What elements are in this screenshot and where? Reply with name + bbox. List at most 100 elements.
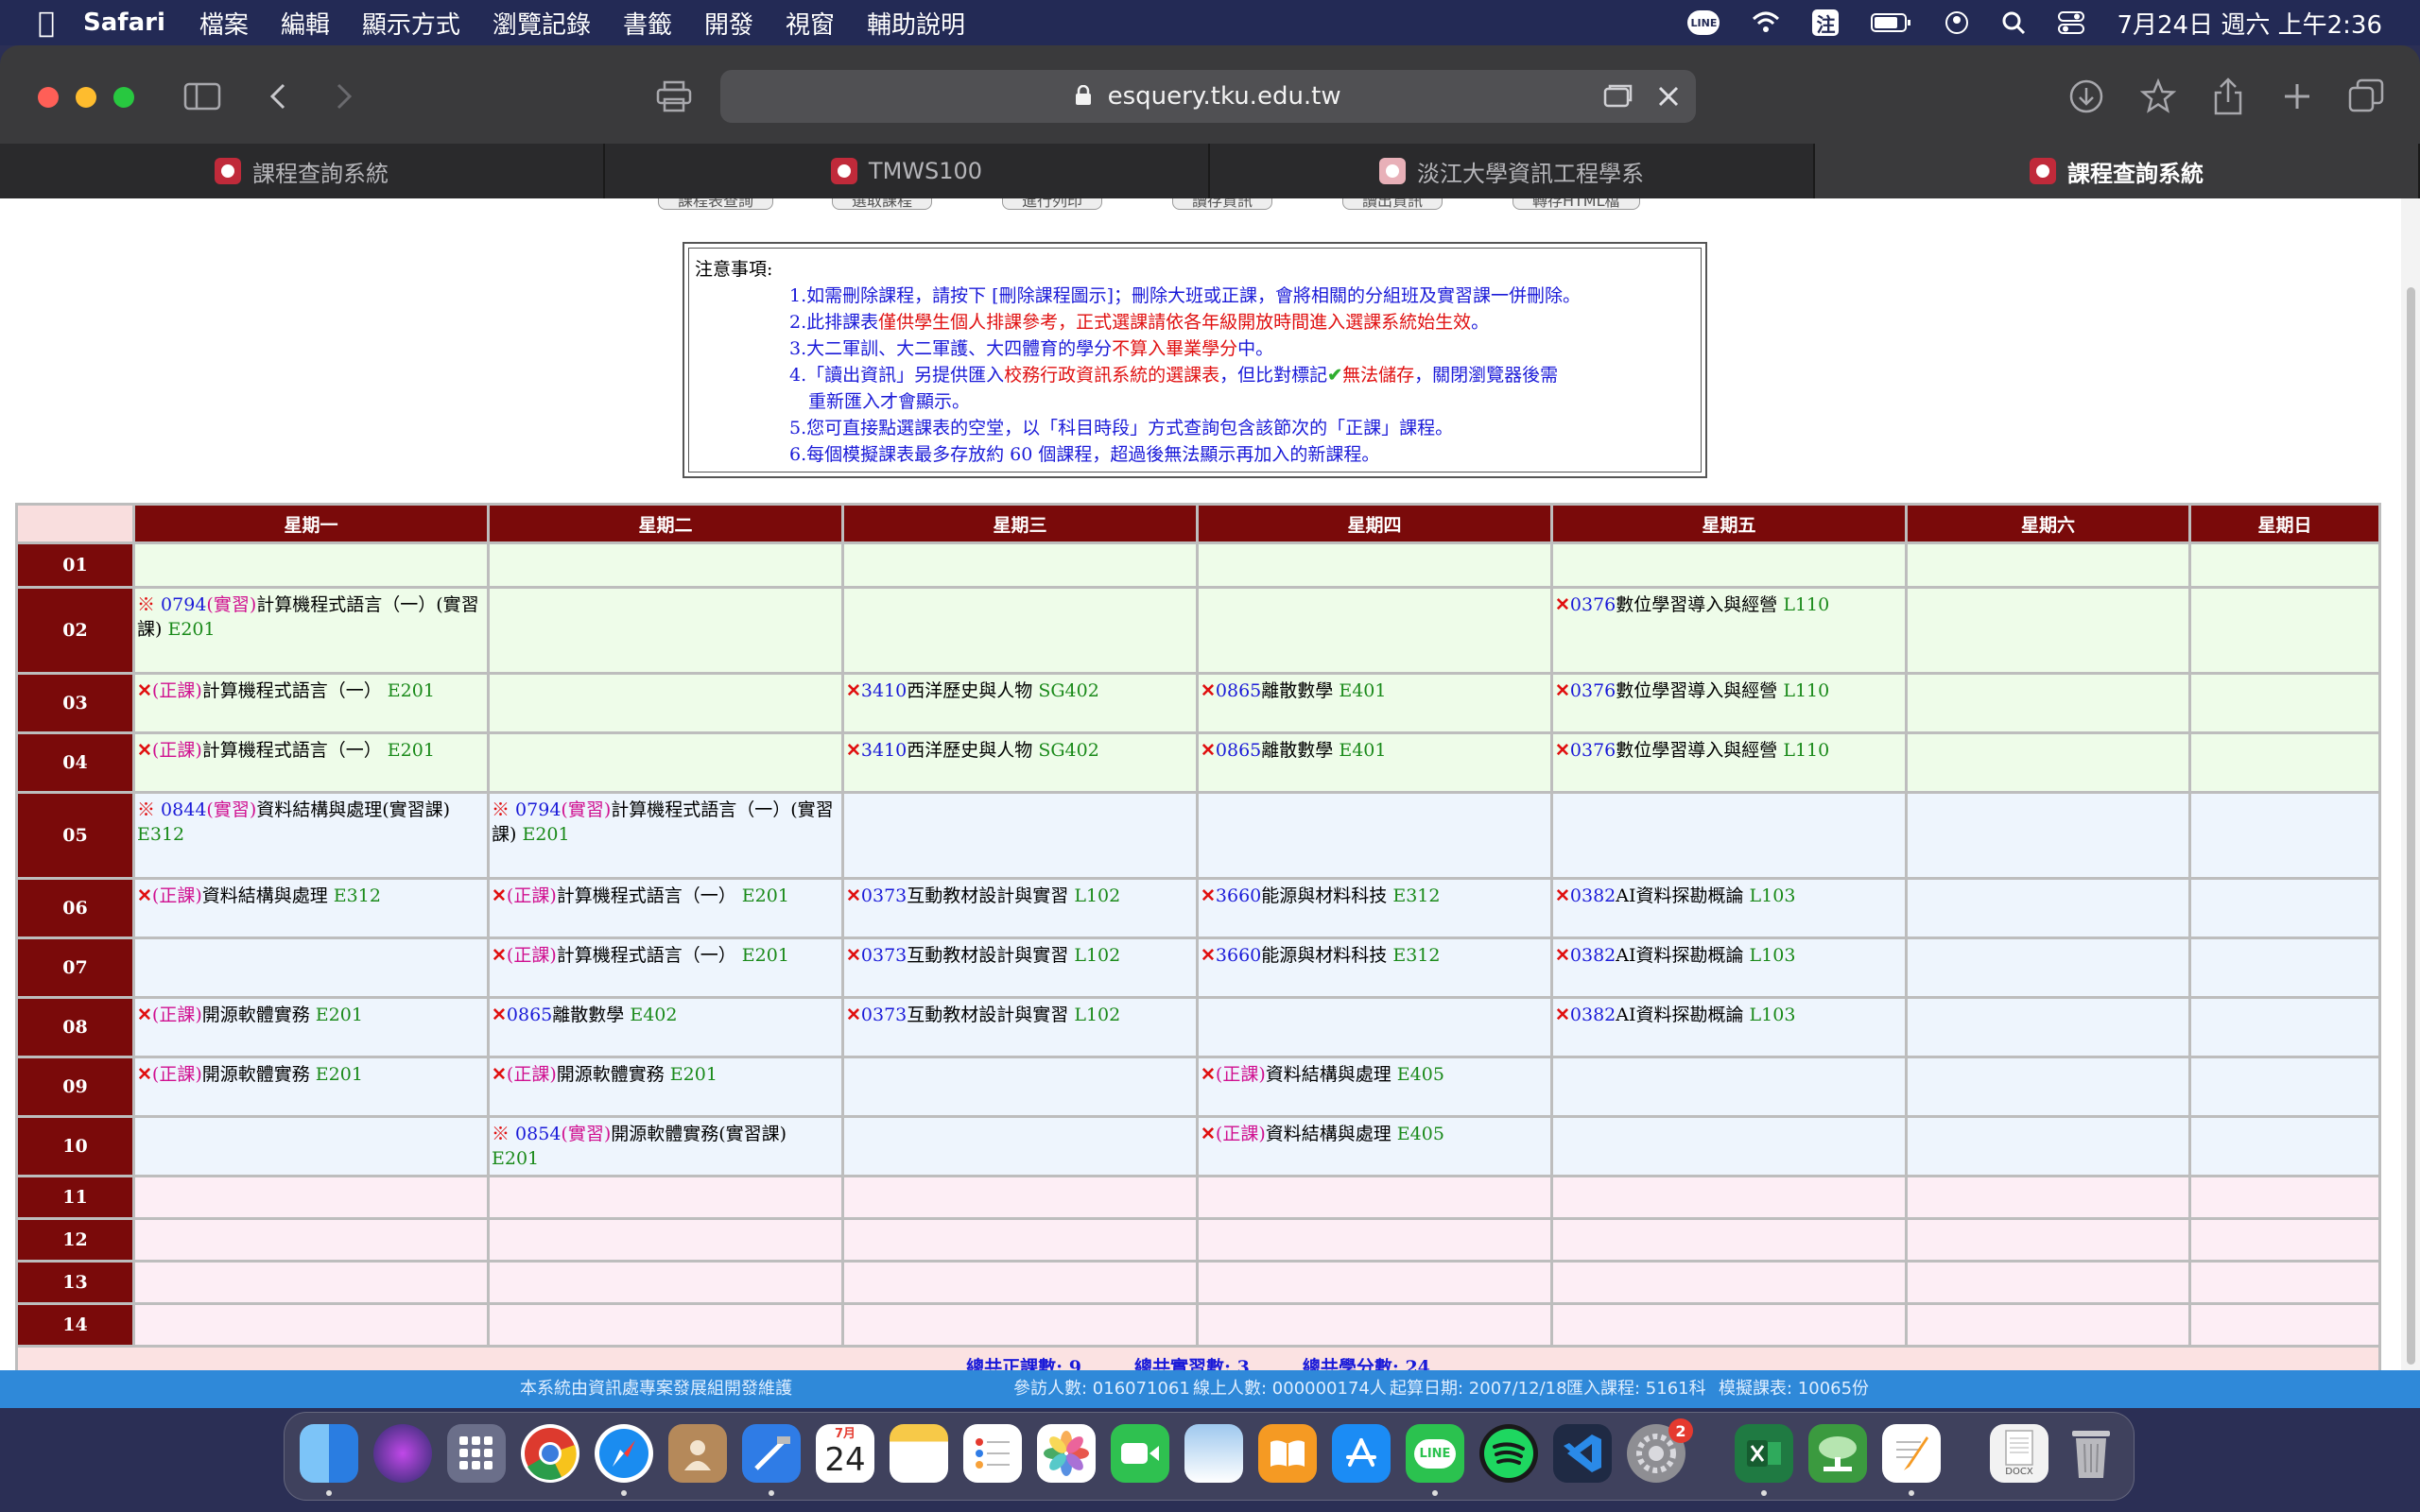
timetable-cell[interactable] [1905,586,2191,675]
course-entry[interactable]: ✕(正課)資料結構與處理 E405 [1201,1062,1548,1087]
course-code[interactable]: 0382 [1570,1005,1616,1025]
timetable-cell[interactable] [2188,1217,2381,1263]
books-icon[interactable] [1258,1424,1317,1483]
timetable-cell[interactable]: ✕(正課)開源軟體實務 E201 [132,996,490,1058]
contacts-icon[interactable] [668,1424,727,1483]
line-app-icon[interactable]: LINE [1406,1424,1464,1483]
timetable-cell[interactable]: ✕(正課)開源軟體實務 E201 [132,1056,490,1118]
timetable-cell[interactable] [2188,996,2381,1058]
menu-app-name[interactable]: Safari [83,9,165,37]
vscode-icon[interactable] [1553,1424,1612,1483]
course-entry[interactable]: ✕0373互動教材設計與實習 L102 [846,943,1194,968]
print-icon[interactable] [656,76,692,117]
facetime-icon[interactable] [1111,1424,1169,1483]
menu-item-8[interactable]: 輔助說明 [867,11,965,40]
timetable-cell[interactable]: ✕3660能源與材料科技 E312 [1196,877,1553,939]
excel-icon[interactable] [1735,1424,1793,1483]
delete-course-icon[interactable]: ✕ [137,885,152,906]
course-code[interactable]: 0373 [861,885,907,906]
top-nav-button[interactable]: 讀存資訊 [1172,198,1273,210]
timetable-cell[interactable] [487,731,844,794]
siri-icon[interactable] [373,1424,432,1483]
wifi-icon[interactable] [1752,11,1780,34]
bookmark-star-icon[interactable] [2140,76,2176,117]
course-entry[interactable]: ✕0865離散數學 E401 [1201,679,1548,703]
control-center-icon[interactable] [2058,10,2085,35]
timetable-cell[interactable] [487,672,844,734]
timetable-cell[interactable]: ※ 0854(實習)開源軟體實務(實習課) E201 [487,1115,844,1177]
course-entry[interactable]: ✕0382AI資料探勘概論 L103 [1555,884,1903,908]
menu-item-3[interactable]: 顯示方式 [362,11,460,40]
browser-tab-3[interactable]: 淡江大學資訊工程學系 [1210,144,1815,198]
delete-course-icon[interactable]: ✕ [1201,885,1216,906]
reader-tabs-icon[interactable] [1603,83,1634,113]
timetable-cell[interactable] [1550,1175,1908,1220]
course-entry[interactable]: ✕(正課)開源軟體實務 E201 [137,1062,485,1087]
downloads-icon[interactable] [2068,76,2104,117]
course-entry[interactable]: ※ 0844(實習)資料結構與處理(實習課) E312 [137,798,485,847]
timetable-cell[interactable] [1550,1302,1908,1348]
timetable-cell[interactable] [1196,586,1553,675]
close-window-button[interactable] [38,87,59,108]
timetable-cell[interactable]: ✕0376數位學習導入與經營 L110 [1550,672,1908,734]
timetable-cell[interactable]: ✕0376數位學習導入與經營 L110 [1550,731,1908,794]
xcode-icon[interactable] [742,1424,801,1483]
course-entry[interactable]: ✕0376數位學習導入與經營 L110 [1555,593,1903,617]
course-entry[interactable]: ※ 0794(實習)計算機程式語言（一）(實習課) E201 [137,593,485,642]
timetable-cell[interactable] [1905,936,2191,999]
timetable-cell[interactable] [487,1175,844,1220]
timetable-cell[interactable]: ✕(正課)資料結構與處理 E312 [132,877,490,939]
timetable-cell[interactable] [1550,1260,1908,1305]
delete-course-icon[interactable]: ✕ [1555,1005,1570,1025]
timetable-cell[interactable] [1550,1217,1908,1263]
minimize-window-button[interactable] [76,87,96,108]
timetable-cell[interactable] [132,1260,490,1305]
course-entry[interactable]: ✕(正課)開源軟體實務 E201 [137,1003,485,1027]
timetable-cell[interactable] [2188,731,2381,794]
launchpad-icon[interactable] [447,1424,506,1483]
reminders-icon[interactable] [963,1424,1022,1483]
timetable-cell[interactable]: ※ 0844(實習)資料結構與處理(實習課) E312 [132,791,490,880]
course-code[interactable]: 0865 [1216,740,1261,761]
delete-course-icon[interactable]: ✕ [846,885,861,906]
course-code[interactable]: 0865 [1216,680,1261,701]
timetable-cell[interactable] [841,1217,1199,1263]
preview-icon[interactable] [1184,1424,1243,1483]
scrollbar-thumb[interactable] [2407,287,2415,1365]
delete-course-icon[interactable]: ✕ [1555,680,1570,701]
forward-button[interactable] [333,76,355,117]
course-entry[interactable]: ※ 0794(實習)計算機程式語言（一）(實習課) E201 [492,798,839,847]
menu-item-7[interactable]: 視窗 [786,11,835,40]
timetable-cell[interactable] [1905,1217,2191,1263]
delete-course-icon[interactable]: ✕ [492,1005,507,1025]
timetable-cell[interactable]: ✕(正課)資料結構與處理 E405 [1196,1115,1553,1177]
stop-loading-icon[interactable] [1656,83,1681,113]
timetable-cell[interactable] [1905,1260,2191,1305]
timetable-cell[interactable] [2188,936,2381,999]
course-entry[interactable]: ✕0373互動教材設計與實習 L102 [846,1003,1194,1027]
menu-item-4[interactable]: 瀏覽記錄 [493,11,591,40]
delete-course-icon[interactable]: ✕ [492,1064,507,1085]
timetable-cell[interactable]: ✕3410西洋歷史與人物 SG402 [841,672,1199,734]
course-entry[interactable]: ✕3410西洋歷史與人物 SG402 [846,738,1194,763]
notes-icon[interactable] [890,1424,948,1483]
course-code[interactable]: 0382 [1570,945,1616,966]
course-code[interactable]: 0794 [510,799,561,820]
timetable-cell[interactable] [1905,731,2191,794]
timetable-cell[interactable]: ✕0373互動教材設計與實習 L102 [841,877,1199,939]
spotify-icon[interactable] [1479,1424,1538,1483]
chrome-icon[interactable] [521,1424,579,1483]
delete-course-icon[interactable]: ✕ [1201,1064,1216,1085]
timetable-cell[interactable]: ✕0373互動教材設計與實習 L102 [841,996,1199,1058]
course-code[interactable]: 0373 [861,1005,907,1025]
timetable-cell[interactable]: ✕0382AI資料探勘概論 L103 [1550,877,1908,939]
timetable-cell[interactable] [2188,791,2381,880]
timetable-cell[interactable] [1905,877,2191,939]
timetable-cell[interactable] [1196,791,1553,880]
menu-clock[interactable]: 7月24日 週六 上午2:36 [2117,6,2382,41]
finder-icon[interactable] [300,1424,358,1483]
timetable-cell[interactable]: ✕0865離散數學 E401 [1196,731,1553,794]
timetable-cell[interactable] [841,1260,1199,1305]
course-entry[interactable]: ✕0376數位學習導入與經營 L110 [1555,679,1903,703]
timetable-cell[interactable] [841,791,1199,880]
